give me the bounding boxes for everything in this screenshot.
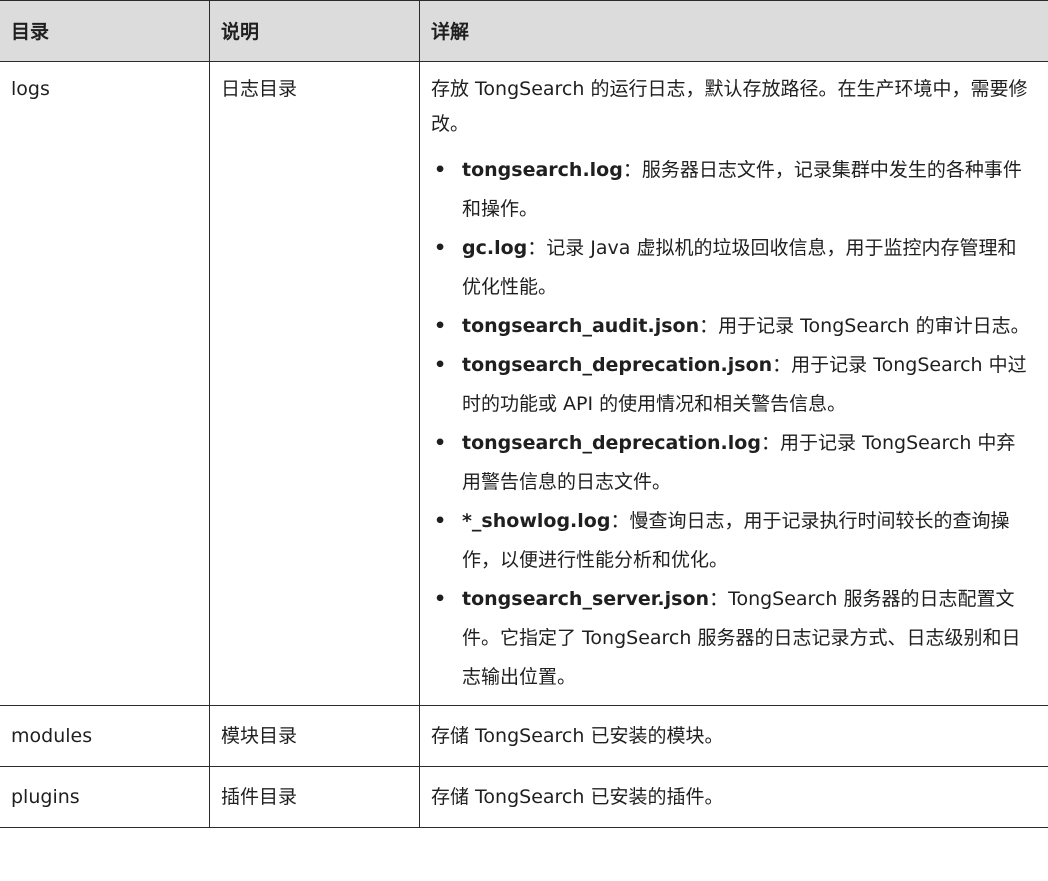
file-name: gc.log [462,237,528,259]
list-item: • tongsearch_audit.json：用于记录 TongSearch 的… [431,307,1038,346]
cell-description: 模块目录 [209,705,420,767]
file-name: *_showlog.log [462,510,611,532]
table-row-modules: modules 模块目录 存储 TongSearch 已安装的模块。 [0,705,1048,767]
cell-description: 插件目录 [209,766,420,828]
list-item: • tongsearch_deprecation.log：用于记录 TongSea… [431,424,1038,502]
header-details: 详解 [419,0,1048,62]
list-item: • *_showlog.log：慢查询日志，用于记录执行时间较长的查询操作，以便进… [431,502,1038,580]
file-name: tongsearch_deprecation.json [462,354,773,376]
header-description: 说明 [209,0,420,62]
table-row-logs: logs 日志目录 存放 TongSearch 的运行日志，默认存放路径。在生产… [0,61,1048,706]
file-description: ：记录 Java 虚拟机的垃圾回收信息，用于监控内存管理和优化性能。 [462,237,1017,298]
bullet-icon: • [434,354,447,376]
list-item: • tongsearch.log：服务器日志文件，记录集群中发生的各种事件和操作。 [431,151,1038,229]
list-item: • tongsearch_server.json：TongSearch 服务器的日… [431,580,1038,697]
header-directory: 目录 [0,0,210,62]
cell-directory: modules [0,705,210,767]
bullet-icon: • [434,159,447,181]
cell-description: 日志目录 [209,61,420,706]
file-description: ：用于记录 TongSearch 的审计日志。 [699,315,1030,337]
file-name: tongsearch_deprecation.log [462,432,761,454]
bullet-icon: • [434,432,447,454]
table-header-row: 目录 说明 详解 [0,0,1048,62]
bullet-icon: • [434,510,447,532]
directory-table: 目录 说明 详解 logs 日志目录 存放 TongSearch 的运行日志，默… [0,0,1048,828]
cell-directory: logs [0,61,210,706]
file-name: tongsearch.log [462,159,623,181]
file-name: tongsearch_server.json [462,588,710,610]
bullet-icon: • [434,588,447,610]
cell-details: 存放 TongSearch 的运行日志，默认存放路径。在生产环境中，需要修改。 … [419,61,1048,706]
file-name: tongsearch_audit.json [462,315,700,337]
table-row-plugins: plugins 插件目录 存储 TongSearch 已安装的插件。 [0,766,1048,828]
log-file-list: • tongsearch.log：服务器日志文件，记录集群中发生的各种事件和操作。… [431,151,1038,697]
cell-directory: plugins [0,766,210,828]
bullet-icon: • [434,237,447,259]
details-text: 存放 TongSearch 的运行日志，默认存放路径。在生产环境中，需要修改。 [431,78,1028,135]
list-item: • gc.log：记录 Java 虚拟机的垃圾回收信息，用于监控内存管理和优化性能… [431,229,1038,307]
cell-details: 存储 TongSearch 已安装的插件。 [419,766,1048,828]
list-item: • tongsearch_deprecation.json：用于记录 TongSe… [431,346,1038,424]
cell-details: 存储 TongSearch 已安装的模块。 [419,705,1048,767]
bullet-icon: • [434,315,447,337]
